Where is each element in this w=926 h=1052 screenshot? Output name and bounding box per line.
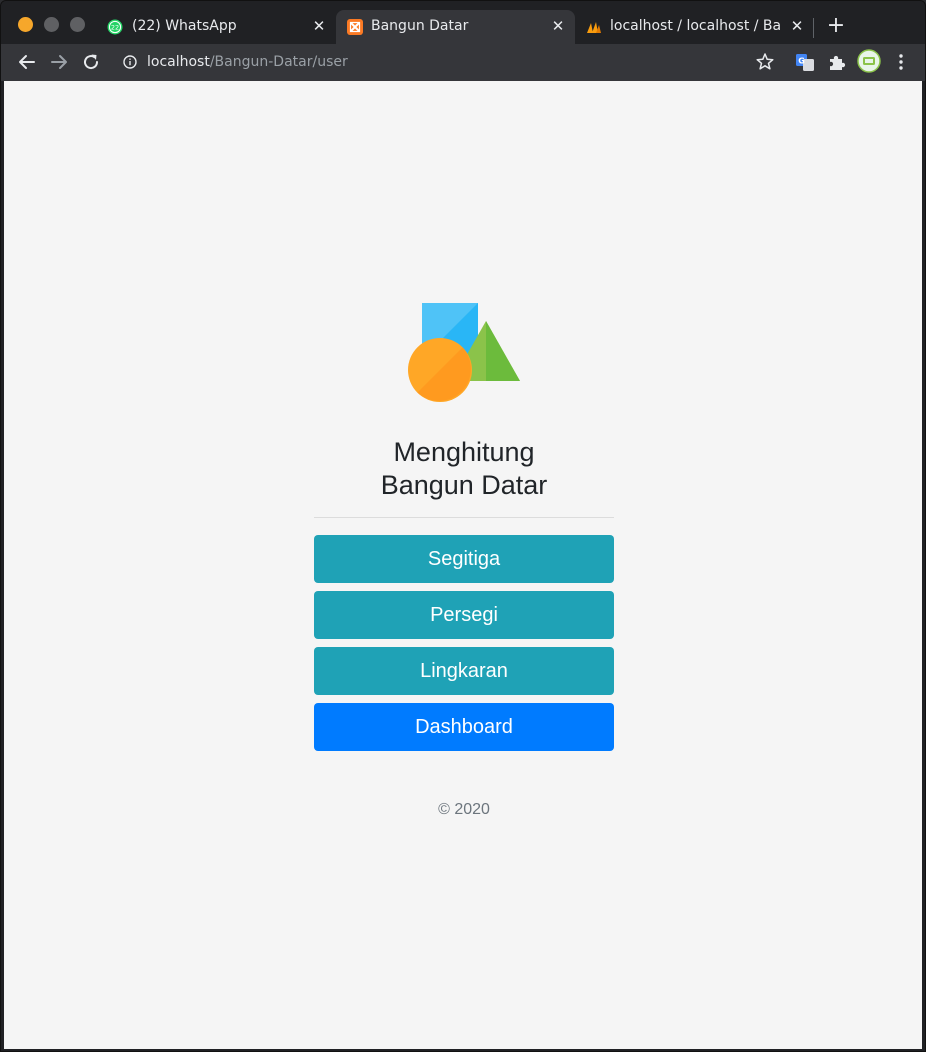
translate-icon[interactable]: G (794, 51, 816, 73)
whatsapp-icon: 22 (107, 19, 123, 35)
browser-toolbar: localhost/Bangun-Datar/user G (1, 44, 925, 81)
info-icon[interactable] (123, 55, 137, 69)
page-title-line2: Bangun Datar (380, 470, 548, 500)
tab-title: Bangun Datar (371, 18, 469, 34)
browser-window: 22 (22) WhatsApp ✕ Bangun Datar ✕ localh… (0, 0, 926, 1052)
tab-whatsapp[interactable]: 22 (22) WhatsApp ✕ (99, 10, 335, 44)
tab-title: (22) WhatsApp (132, 18, 237, 34)
persegi-button[interactable]: Persegi (314, 591, 614, 639)
phpmyadmin-icon (587, 22, 601, 33)
url-path: /Bangun-Datar/user (209, 54, 348, 70)
window-close-dot[interactable] (18, 17, 33, 32)
star-icon[interactable] (754, 51, 776, 73)
segitiga-button[interactable]: Segitiga (314, 535, 614, 583)
tab-close-button[interactable]: ✕ (309, 16, 329, 36)
menu-dots-icon[interactable] (890, 51, 912, 73)
new-tab-button[interactable]: + (825, 15, 847, 37)
back-arrow-icon[interactable] (15, 50, 39, 74)
tab-close-button[interactable]: ✕ (548, 16, 568, 36)
svg-text:G: G (798, 57, 805, 66)
reload-icon[interactable] (79, 50, 103, 74)
extensions-icon[interactable] (826, 51, 848, 73)
lingkaran-button[interactable]: Lingkaran (314, 647, 614, 695)
shapes-logo (408, 303, 520, 402)
xampp-icon (347, 19, 363, 35)
forward-arrow-icon[interactable] (47, 50, 71, 74)
tab-close-button[interactable]: ✕ (787, 16, 807, 36)
footer-copyright: © 2020 (438, 801, 490, 818)
window-maximize-dot[interactable] (70, 17, 85, 32)
divider (314, 517, 614, 518)
whatsapp-badge-count: 22 (111, 24, 119, 32)
address-bar[interactable]: localhost/Bangun-Datar/user (115, 47, 775, 78)
tab-bangun-datar[interactable]: Bangun Datar ✕ (336, 10, 575, 44)
dashboard-button[interactable]: Dashboard (314, 703, 614, 751)
window-minimize-dot[interactable] (44, 17, 59, 32)
url-text: localhost/Bangun-Datar/user (147, 54, 348, 70)
profile-avatar[interactable] (857, 49, 881, 73)
tab-separator (813, 18, 814, 38)
page-viewport: Menghitung Bangun Datar Segitiga Persegi… (4, 81, 922, 1049)
tab-strip: 22 (22) WhatsApp ✕ Bangun Datar ✕ localh… (1, 1, 925, 44)
page-title-line1: Menghitung (393, 437, 535, 467)
tab-phpmyadmin[interactable]: localhost / localhost / Bangun ✕ (576, 10, 812, 44)
tab-title: localhost / localhost / Bangun (610, 18, 780, 34)
page-title: Menghitung Bangun Datar (314, 436, 614, 502)
url-host: localhost (147, 54, 210, 70)
